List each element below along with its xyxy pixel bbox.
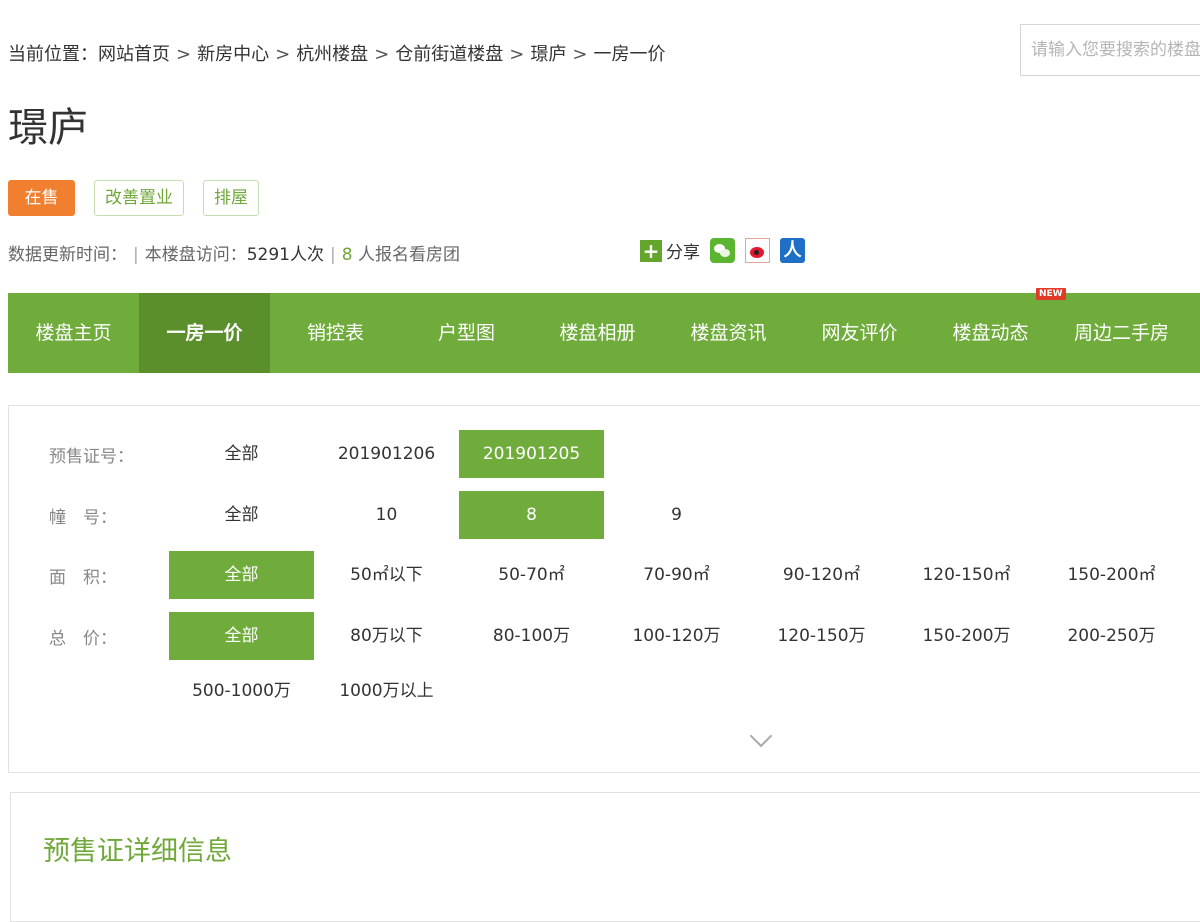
- filter-panel: 预售证号： 全部 201901206 201901205 幢 号： 全部 10 …: [8, 405, 1200, 773]
- share-label: 分享: [666, 243, 700, 263]
- filter-option[interactable]: 150-200㎡: [1039, 551, 1184, 599]
- tab-floor-plans[interactable]: 户型图: [401, 293, 532, 373]
- filter-label: 面 积：: [49, 567, 117, 588]
- plus-icon: +: [640, 239, 662, 262]
- tab-news[interactable]: 楼盘资讯: [663, 293, 794, 373]
- filter-option[interactable]: 150-200万: [894, 612, 1039, 660]
- section-title: 预售证详细信息: [43, 836, 232, 867]
- filter-option[interactable]: 全部: [169, 430, 314, 478]
- breadcrumb-cangqian[interactable]: 仓前街道楼盘: [395, 44, 503, 65]
- share-button[interactable]: + 分享: [640, 238, 700, 263]
- divider: |: [133, 245, 139, 265]
- tag-townhouse: 排屋: [203, 180, 259, 216]
- breadcrumb-new-homes[interactable]: 新房中心: [197, 44, 269, 65]
- presale-detail-panel: 预售证详细信息: [10, 792, 1200, 922]
- tab-updates[interactable]: 楼盘动态: [925, 293, 1056, 373]
- filter-label: 总 价：: [49, 628, 117, 649]
- breadcrumb-sep: >: [176, 44, 192, 65]
- share-bar: + 分享 人: [640, 238, 805, 263]
- filter-option[interactable]: 120-150㎡: [894, 551, 1039, 599]
- signup-count: 8: [341, 245, 353, 265]
- filter-row-area: 面 积： 全部 50㎡以下 50-70㎡ 70-90㎡ 90-120㎡ 120-…: [49, 551, 1184, 599]
- breadcrumb-sep: >: [374, 44, 390, 65]
- tab-sales-control[interactable]: 销控表: [270, 293, 401, 373]
- breadcrumb-sep: >: [275, 44, 291, 65]
- filter-option[interactable]: 201901206: [314, 430, 459, 478]
- breadcrumb-current: 一房一价: [593, 44, 666, 65]
- filter-option-selected[interactable]: 全部: [169, 551, 314, 599]
- project-stats: 数据更新时间： | 本楼盘访问：5291人次 | 8 人报名看房团: [8, 240, 460, 265]
- filter-row-cert: 预售证号： 全部 201901206 201901205: [49, 430, 604, 478]
- chevron-down-icon[interactable]: [749, 724, 773, 748]
- tab-unit-prices[interactable]: 一房一价: [139, 293, 270, 373]
- filter-option-selected[interactable]: 201901205: [459, 430, 604, 478]
- filter-option[interactable]: 500-1000万: [169, 667, 314, 715]
- weibo-icon[interactable]: [745, 238, 770, 263]
- tag-upgrade: 改善置业: [94, 180, 184, 216]
- breadcrumb-hangzhou[interactable]: 杭州楼盘: [296, 44, 368, 65]
- filter-row-building: 幢 号： 全部 10 8 9: [49, 491, 749, 539]
- filter-label: 幢 号：: [49, 507, 117, 528]
- tab-home[interactable]: 楼盘主页: [8, 293, 139, 373]
- signup-suffix: 人报名看房团: [357, 245, 460, 265]
- tab-nearby-resale[interactable]: 周边二手房: [1056, 293, 1187, 373]
- divider: |: [330, 245, 336, 265]
- filter-option-selected[interactable]: 全部: [169, 612, 314, 660]
- filter-row-price-more: 500-1000万 1000万以上: [49, 667, 459, 715]
- filter-option[interactable]: 全部: [169, 491, 314, 539]
- tab-album[interactable]: 楼盘相册: [532, 293, 663, 373]
- filter-option[interactable]: 9: [604, 491, 749, 539]
- filter-option[interactable]: 50㎡以下: [314, 551, 459, 599]
- status-badge: 在售: [8, 180, 75, 216]
- filter-option-selected[interactable]: 8: [459, 491, 604, 539]
- breadcrumb-home[interactable]: 网站首页: [98, 44, 170, 65]
- breadcrumb-sep: >: [572, 44, 588, 65]
- filter-row-price: 总 价： 全部 80万以下 80-100万 100-120万 120-150万 …: [49, 612, 1184, 660]
- visits-label: 本楼盘访问：: [144, 245, 247, 265]
- new-badge: NEW: [1036, 288, 1066, 300]
- filter-option[interactable]: 80万以下: [314, 612, 459, 660]
- page-title: 璟庐: [8, 105, 88, 151]
- filter-option[interactable]: 10: [314, 491, 459, 539]
- breadcrumb: 当前位置：网站首页 > 新房中心 > 杭州楼盘 > 仓前街道楼盘 > 璟庐 > 一房一价: [8, 40, 665, 66]
- filter-label: 预售证号：: [49, 446, 134, 467]
- update-time-label: 数据更新时间：: [8, 245, 127, 265]
- filter-option[interactable]: 200-250万: [1039, 612, 1184, 660]
- search-input[interactable]: [1020, 24, 1200, 76]
- visits-count: 5291人次: [246, 245, 324, 265]
- filter-option[interactable]: 120-150万: [749, 612, 894, 660]
- tag-list: 在售 改善置业 排屋: [8, 180, 259, 216]
- filter-option[interactable]: 100-120万: [604, 612, 749, 660]
- filter-option[interactable]: 80-100万: [459, 612, 604, 660]
- project-nav: 楼盘主页 一房一价 销控表 户型图 楼盘相册 楼盘资讯 网友评价 楼盘动态 周边…: [8, 293, 1200, 373]
- renren-icon[interactable]: 人: [780, 238, 805, 263]
- filter-option[interactable]: 90-120㎡: [749, 551, 894, 599]
- tab-reviews[interactable]: 网友评价: [794, 293, 925, 373]
- filter-option[interactable]: 50-70㎡: [459, 551, 604, 599]
- filter-option[interactable]: 1000万以上: [314, 667, 459, 715]
- wechat-icon[interactable]: [710, 238, 735, 263]
- breadcrumb-sep: >: [509, 44, 525, 65]
- filter-option[interactable]: 70-90㎡: [604, 551, 749, 599]
- breadcrumb-project[interactable]: 璟庐: [530, 44, 566, 65]
- breadcrumb-prefix: 当前位置：: [8, 44, 98, 65]
